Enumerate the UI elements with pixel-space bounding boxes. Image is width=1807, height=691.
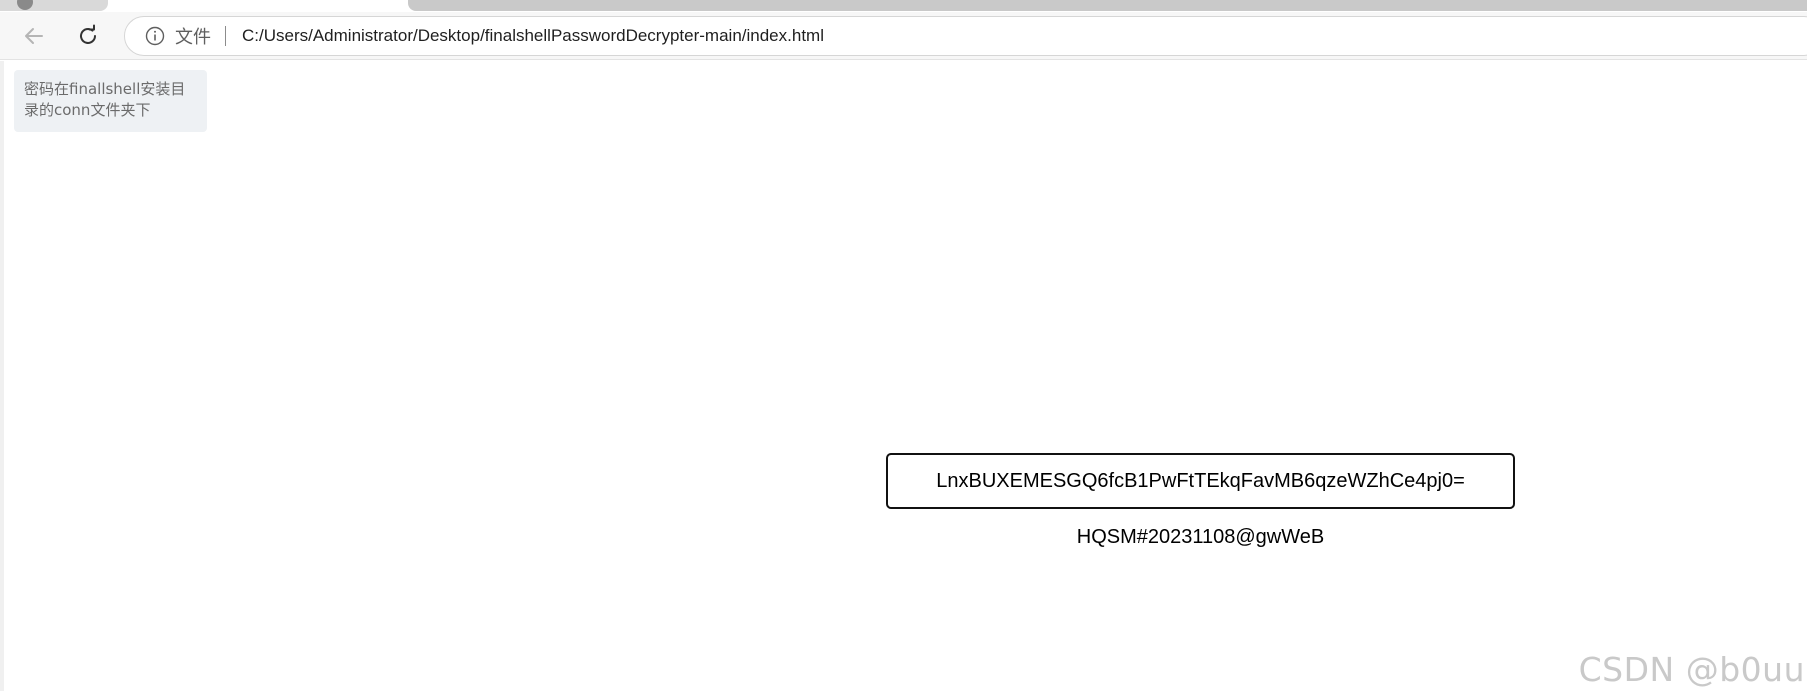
back-arrow-icon bbox=[25, 28, 43, 44]
browser-window: 文件 C:/Users/Administrator/Desktop/finals… bbox=[0, 0, 1807, 691]
watermark: CSDN @b0uu bbox=[1578, 650, 1805, 689]
page-content: 密码在finallshell安装目录的conn文件夹下 HQSM#2023110… bbox=[0, 61, 1807, 691]
tab-favicon-icon bbox=[17, 0, 33, 10]
encrypted-password-input[interactable] bbox=[886, 453, 1515, 509]
tip-note: 密码在finallshell安装目录的conn文件夹下 bbox=[14, 70, 207, 132]
tab-inactive[interactable] bbox=[0, 0, 108, 11]
reload-icon bbox=[80, 24, 96, 44]
tab-strip bbox=[0, 0, 1807, 12]
browser-toolbar: 文件 C:/Users/Administrator/Desktop/finals… bbox=[0, 12, 1807, 60]
decrypted-password-text: HQSM#20231108@gwWeB bbox=[1076, 526, 1325, 548]
address-separator bbox=[225, 26, 226, 46]
reload-button[interactable] bbox=[72, 20, 104, 52]
scheme-label[interactable]: 文件 bbox=[175, 23, 211, 49]
address-bar[interactable]: 文件 C:/Users/Administrator/Desktop/finals… bbox=[124, 16, 1807, 56]
info-icon[interactable] bbox=[145, 26, 165, 46]
back-button[interactable] bbox=[18, 20, 50, 52]
tab-active[interactable] bbox=[408, 0, 1807, 11]
url-text[interactable]: C:/Users/Administrator/Desktop/finalshel… bbox=[242, 26, 824, 46]
